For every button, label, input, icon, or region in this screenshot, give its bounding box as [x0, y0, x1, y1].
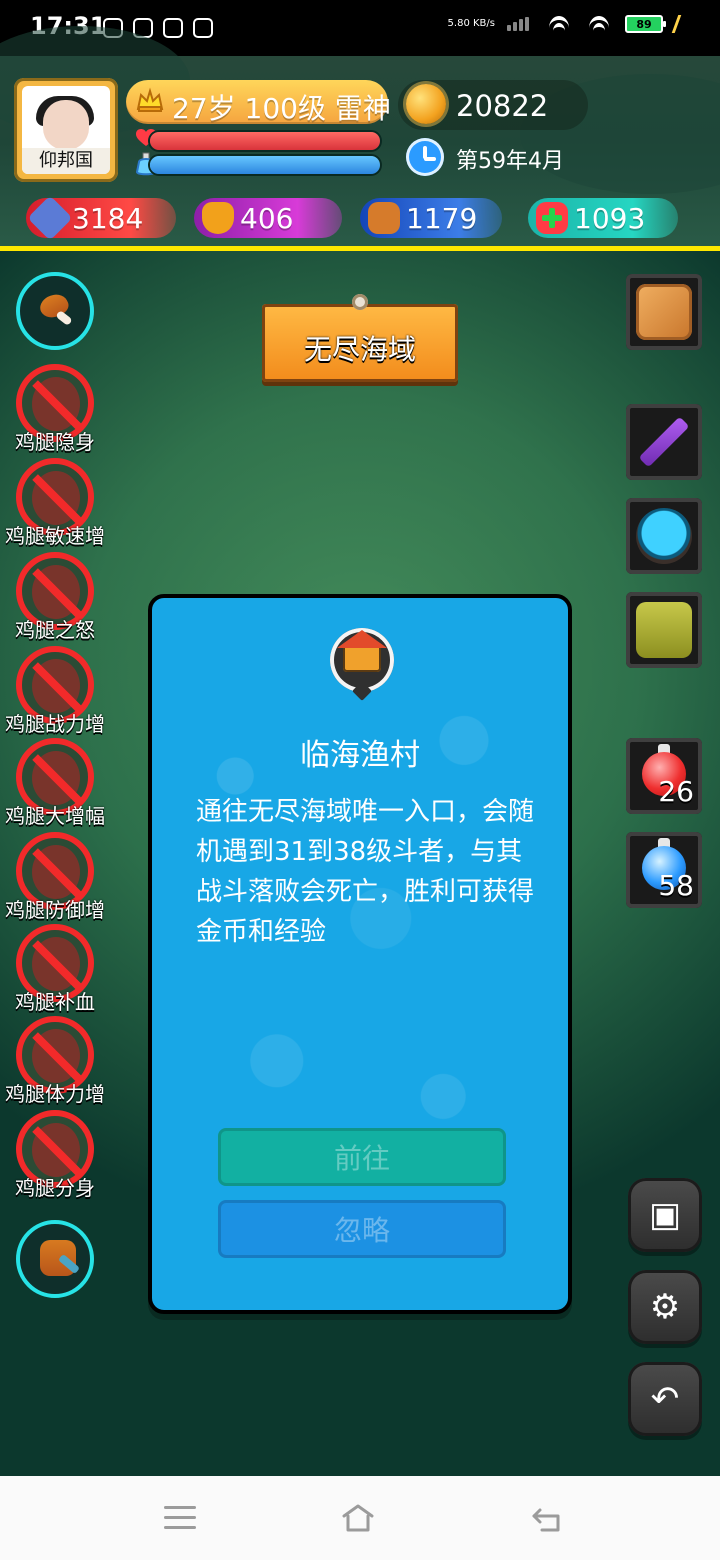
- disabled-strike: [32, 940, 82, 990]
- map-button[interactable]: [626, 274, 702, 350]
- gold-coin-icon: [406, 84, 446, 124]
- map-scroll-icon: [636, 284, 692, 340]
- level-text: 27岁 100级 雷神: [172, 92, 391, 125]
- mp-bar: [150, 156, 380, 174]
- disabled-strike: [32, 380, 82, 430]
- avatar-frame: 仰邦国: [22, 86, 110, 174]
- menu-icon[interactable]: [160, 1498, 200, 1538]
- buff-label-3: 鸡腿之怒: [15, 618, 95, 642]
- dialog-title: 临海渔村: [300, 738, 420, 773]
- dialog-description: 通往无尽海域唯一入口，会随机遇到31到38级斗者，与其战斗落败会死亡，胜利可获得…: [196, 797, 535, 947]
- back-button[interactable]: ↶: [628, 1362, 702, 1436]
- buff-label-9: 鸡腿分身: [15, 1176, 95, 1200]
- drumstick-tool-icon: [40, 1240, 76, 1276]
- wifi-icon-2: [585, 14, 613, 34]
- health-cross-icon: [536, 202, 568, 234]
- attack-value: 3184: [72, 201, 144, 235]
- buff-label-4: 鸡腿战力增: [5, 712, 105, 736]
- disabled-strike: [32, 754, 82, 804]
- buff-label-6: 鸡腿防御增: [5, 898, 105, 922]
- disabled-strike: [32, 1126, 82, 1176]
- buff-label-5: 鸡腿大增幅: [5, 804, 105, 828]
- armor-slot[interactable]: [626, 498, 702, 574]
- gold-display: 20822: [398, 80, 588, 130]
- home-icon[interactable]: [338, 1498, 378, 1538]
- avatar-face: [43, 100, 89, 150]
- player-name: 仰邦国: [22, 148, 110, 174]
- disabled-strike: [32, 1032, 82, 1082]
- drumstick-button[interactable]: [16, 272, 94, 350]
- drumstick-icon: [36, 292, 76, 332]
- battery-level: 89: [636, 17, 652, 31]
- buff-label-1: 鸡腿隐身: [15, 430, 95, 454]
- battery-indicator: 89: [625, 15, 666, 33]
- buff-label-2: 鸡腿敏速增: [5, 524, 105, 548]
- red-potion-count: 26: [658, 775, 694, 808]
- storage-icon: [193, 18, 213, 38]
- gold-amount: 20822: [456, 89, 549, 123]
- disabled-strike: [32, 662, 82, 712]
- gear-icon: ⚙: [649, 1287, 681, 1327]
- game-date-text: 第59年4月: [456, 149, 564, 174]
- network-speed: 5.80 KB/s: [447, 18, 495, 29]
- game-date: 第59年4月: [406, 138, 606, 178]
- sword-icon: [27, 195, 73, 241]
- shield-icon: [202, 202, 234, 234]
- village-house-icon: [337, 630, 387, 672]
- save-button[interactable]: ▣: [628, 1178, 702, 1252]
- ignore-button[interactable]: 忽略: [218, 1200, 506, 1258]
- sword-icon: [638, 416, 690, 468]
- defense-value: 406: [240, 201, 294, 235]
- disabled-strike: [32, 848, 82, 898]
- drumstick-tool-button[interactable]: [16, 1220, 94, 1298]
- speed-stat: 1179: [360, 198, 502, 238]
- navigation-bar: [0, 1476, 720, 1560]
- buff-label-7: 鸡腿补血: [15, 990, 95, 1014]
- location-sign-text: 无尽海域: [303, 333, 416, 366]
- player-bars: [136, 128, 384, 180]
- back-icon[interactable]: [528, 1498, 568, 1538]
- red-potion-button[interactable]: 26: [626, 738, 702, 814]
- crown-icon: [136, 87, 164, 112]
- location-dialog: 临海渔村 通往无尽海域唯一入口，会随机遇到31到38级斗者，与其战斗落败会死亡，…: [148, 594, 572, 1314]
- hp-bar: [150, 132, 380, 150]
- clock-icon: [406, 138, 444, 176]
- hud-divider: [0, 246, 720, 251]
- boots-slot[interactable]: [626, 592, 702, 668]
- buff-label-8: 鸡腿体力增: [5, 1082, 105, 1106]
- boot-icon: [368, 202, 400, 234]
- health-stat: 1093: [528, 198, 678, 238]
- video-icon: [163, 18, 183, 38]
- speed-value: 1179: [406, 201, 478, 235]
- settings-button[interactable]: ⚙: [628, 1270, 702, 1344]
- shield-armor-icon: [636, 508, 692, 564]
- disabled-strike: [32, 474, 82, 524]
- disabled-strike: [32, 568, 82, 618]
- attack-stat: 3184: [26, 195, 176, 241]
- save-icon: ▣: [648, 1195, 682, 1235]
- level-pill: 27岁 100级 雷神: [126, 80, 391, 125]
- defense-stat: 406: [194, 198, 342, 238]
- weapon-slot[interactable]: [626, 404, 702, 480]
- charging-icon: [671, 15, 696, 33]
- back-arrow-icon: ↶: [650, 1379, 680, 1419]
- blue-potion-count: 58: [658, 869, 694, 902]
- location-pin-icon: [330, 628, 394, 692]
- boots-icon: [636, 602, 692, 658]
- health-value: 1093: [574, 201, 646, 235]
- player-avatar[interactable]: 仰邦国: [14, 78, 118, 182]
- signal-icon: [507, 17, 533, 31]
- wifi-icon: [545, 14, 573, 34]
- go-button[interactable]: 前往: [218, 1128, 506, 1186]
- location-signboard: 无尽海域: [262, 294, 458, 382]
- status-right: 5.80 KB/s 89: [447, 14, 696, 34]
- blue-potion-button[interactable]: 58: [626, 832, 702, 908]
